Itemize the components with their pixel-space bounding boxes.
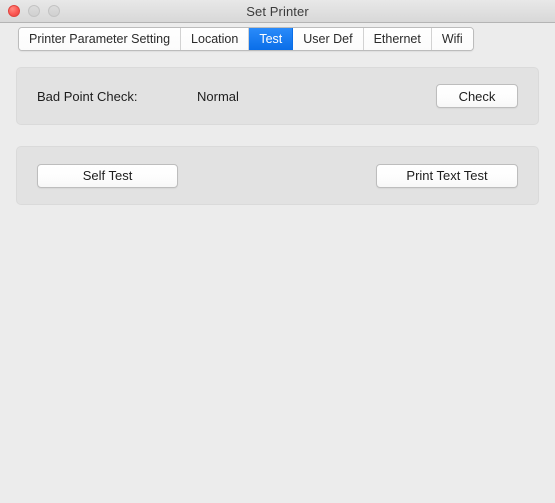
tabbar-container: Printer Parameter Setting Location Test … [0,23,555,55]
close-button[interactable] [8,5,20,17]
bad-point-check-panel: Bad Point Check: Normal Check [16,67,539,125]
self-test-button[interactable]: Self Test [37,164,178,188]
tab-test[interactable]: Test [249,28,293,50]
tests-panel: Self Test Print Text Test [16,146,539,205]
tab-printer-parameter-setting[interactable]: Printer Parameter Setting [19,28,181,50]
window-titlebar: Set Printer [0,0,555,23]
tab-location[interactable]: Location [181,28,249,50]
tab-user-def[interactable]: User Def [293,28,363,50]
window-controls [8,0,60,22]
tab-content-test: Bad Point Check: Normal Check Self Test … [0,67,555,205]
bad-point-check-label: Bad Point Check: [37,89,137,104]
print-text-test-button[interactable]: Print Text Test [376,164,518,188]
check-button[interactable]: Check [436,84,518,108]
zoom-button[interactable] [48,5,60,17]
tab-wifi[interactable]: Wifi [432,28,473,50]
tab-ethernet[interactable]: Ethernet [364,28,432,50]
window-title: Set Printer [0,4,555,19]
minimize-button[interactable] [28,5,40,17]
bad-point-check-value: Normal [197,89,239,104]
tabbar: Printer Parameter Setting Location Test … [18,27,474,51]
